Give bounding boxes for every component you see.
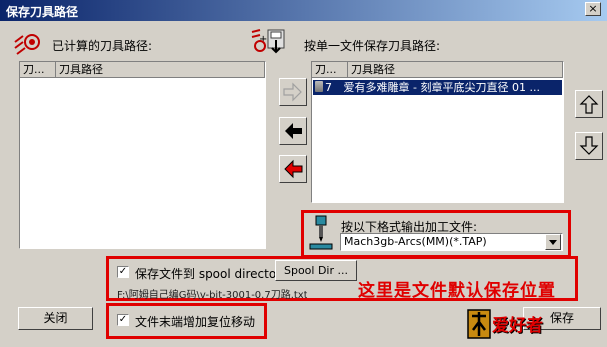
computed-toolpaths-label: 已计算的刀具路径: [52, 39, 153, 53]
logo-text: 爱好者 [492, 316, 543, 336]
column-header-num[interactable]: 刀... [312, 62, 348, 78]
single-file-toolpaths-list[interactable]: 刀... 刀具路径 7 爱有多难雕章 - 刻章平底尖刀直径 01 ... [311, 61, 564, 203]
spool-checkbox-label: 保存文件到 spool directory [135, 267, 289, 281]
machine-icon [309, 215, 333, 251]
arrow-up-icon [579, 95, 599, 114]
remove-toolpath-button[interactable] [279, 117, 307, 145]
add-toolpath-button[interactable] [279, 78, 307, 106]
spool-checkbox[interactable]: ✓ [117, 266, 129, 278]
close-button[interactable]: 关闭 [18, 307, 93, 330]
arrow-left-icon [285, 123, 302, 139]
spool-path: F:\阿姆自己编G码\v-bit-3001-0.7刀路.txt [117, 290, 307, 301]
append-home-label: 文件末端增加复位移动 [135, 315, 256, 329]
output-format-value: Mach3gb-Arcs(MM)(*.TAP) [344, 235, 487, 248]
single-file-label: 按单一文件保存刀具路径: [304, 39, 441, 53]
arrow-down-icon [579, 136, 599, 155]
annotation-text: 这里是文件默认保存位置 [358, 281, 556, 301]
save-single-file-icon: + [250, 26, 286, 56]
remove-all-toolpaths-button[interactable] [279, 155, 307, 183]
output-format-select[interactable]: Mach3gb-Arcs(MM)(*.TAP) [340, 233, 563, 251]
spool-dir-button[interactable]: Spool Dir ... [275, 260, 357, 281]
column-header-num[interactable]: 刀... [20, 62, 56, 78]
list-item-num: 7 [325, 81, 332, 94]
close-window-button[interactable]: × [585, 2, 601, 16]
append-home-checkbox[interactable]: ✓ [117, 314, 129, 326]
dropdown-button[interactable] [545, 234, 561, 250]
column-header-toolpath[interactable]: 刀具路径 [56, 62, 265, 78]
column-header-toolpath[interactable]: 刀具路径 [348, 62, 563, 78]
computed-toolpaths-list[interactable]: 刀... 刀具路径 [19, 61, 266, 249]
chevron-down-icon [549, 240, 557, 245]
window-title: 保存刀具路径 [6, 5, 79, 19]
double-arrow-left-icon [284, 159, 303, 179]
list-item[interactable]: 7 爱有多难雕章 - 刻章平底尖刀直径 01 ... [313, 80, 562, 95]
move-down-button[interactable] [575, 132, 603, 160]
list-item-name: 爱有多难雕章 - 刻章平底尖刀直径 01 ... [343, 81, 540, 94]
move-up-button[interactable] [575, 90, 603, 118]
arrow-right-icon [283, 82, 302, 102]
title-bar [0, 0, 607, 21]
toolpath-icon [12, 30, 42, 56]
tool-icon [315, 81, 323, 92]
